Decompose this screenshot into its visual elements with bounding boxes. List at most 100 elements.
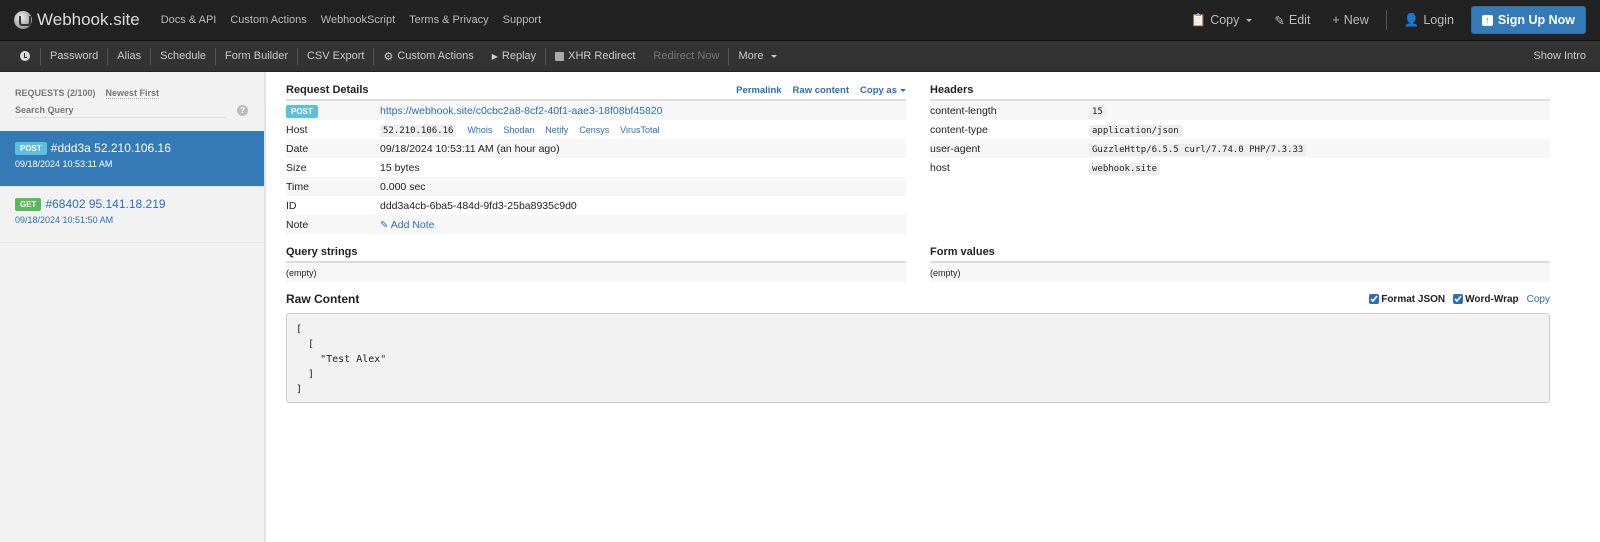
copy-raw-link[interactable]: Copy <box>1527 294 1550 305</box>
search-query-input[interactable] <box>15 103 226 118</box>
alias-button[interactable]: Alias <box>108 50 150 62</box>
note-label: Note <box>286 215 380 234</box>
gear-icon: ⚙ <box>383 50 394 63</box>
whois-link[interactable]: Whois <box>467 125 492 135</box>
copy-as-dropdown[interactable]: Copy as <box>860 85 906 96</box>
form-values-value: (empty) <box>930 263 1550 282</box>
request-time: 09/18/2024 10:53:11 AM <box>15 159 113 169</box>
sign-up-label: Sign Up Now <box>1497 13 1575 27</box>
caret-down-icon <box>900 88 906 92</box>
action-toolbar: Password Alias Schedule Form Builder CSV… <box>0 41 1600 72</box>
plus-icon: + <box>1332 13 1340 27</box>
id-value: ddd3a4cb-6ba5-484d-9fd3-25ba8935c9d0 <box>380 199 577 212</box>
add-note-label: Add Note <box>390 218 435 231</box>
headers-table: content-length 15 content-type applicati… <box>930 101 1550 177</box>
edit-button[interactable]: ✎ Edit <box>1274 13 1310 28</box>
custom-actions-label: Custom Actions <box>397 50 474 62</box>
raw-content-body: [ [ "Test Alex" ] ] <box>286 313 1550 403</box>
form-values-title: Form values <box>930 246 995 258</box>
header-value: webhook.site <box>1089 162 1161 175</box>
brand[interactable]: Webhook.site <box>14 10 140 30</box>
caret-down-icon <box>1246 18 1253 22</box>
pencil-icon: ✎ <box>380 219 389 231</box>
word-wrap-toggle[interactable]: Word-Wrap <box>1453 294 1519 305</box>
password-button[interactable]: Password <box>41 50 107 62</box>
raw-content-section: Raw Content Format JSON Word-Wrap Copy [… <box>286 292 1550 403</box>
request-list-item[interactable]: GET #68402 95.141.18.219 09/18/2024 10:5… <box>0 187 264 243</box>
xhr-redirect-label: XHR Redirect <box>568 50 636 62</box>
header-key: host <box>930 161 950 174</box>
raw-content-link[interactable]: Raw content <box>793 85 849 96</box>
header-row: content-length 15 <box>930 101 1550 120</box>
new-button[interactable]: + New <box>1332 13 1368 27</box>
header-row: content-type application/json <box>930 120 1550 139</box>
headers-section: Headers content-length 15 content-type a… <box>930 84 1550 282</box>
host-label: Host <box>286 123 308 136</box>
external-link-icon <box>555 51 565 61</box>
word-wrap-checkbox[interactable] <box>1453 294 1464 304</box>
brand-name: Webhook.site <box>37 10 140 29</box>
copy-label: Copy <box>1210 13 1240 27</box>
method-badge: GET <box>15 197 42 211</box>
redirect-now-button[interactable]: Redirect Now <box>644 50 728 62</box>
clock-icon[interactable] <box>20 51 30 61</box>
replay-label: Replay <box>501 50 537 62</box>
more-dropdown[interactable]: More <box>729 50 785 62</box>
add-note-link[interactable]: ✎ Add Note <box>380 219 435 231</box>
sign-up-button[interactable]: ↑ Sign Up Now <box>1470 6 1586 34</box>
login-label: Login <box>1423 13 1454 27</box>
sort-order-toggle[interactable]: Newest First <box>105 88 160 99</box>
form-builder-button[interactable]: Form Builder <box>216 50 297 62</box>
copy-dropdown[interactable]: 📋 Copy <box>1191 13 1253 28</box>
header-value: GuzzleHttp/6.5.5 curl/7.74.0 PHP/7.3.33 <box>1089 143 1307 156</box>
netify-link[interactable]: Netify <box>545 125 568 135</box>
nav-custom-actions[interactable]: Custom Actions <box>230 14 306 26</box>
requests-count: REQUESTS (2/100) <box>15 88 96 98</box>
show-intro-link[interactable]: Show Intro <box>1533 50 1586 62</box>
request-list-item[interactable]: POST #ddd3a 52.210.106.16 09/18/2024 10:… <box>0 131 264 187</box>
header-row: user-agent GuzzleHttp/6.5.5 curl/7.74.0 … <box>930 139 1550 158</box>
edit-label: Edit <box>1288 13 1311 27</box>
help-icon[interactable]: ? <box>237 105 248 116</box>
nav-divider <box>1385 10 1387 30</box>
nav-support[interactable]: Support <box>503 14 542 26</box>
size-label: Size <box>286 161 307 174</box>
date-value: 09/18/2024 10:53:11 AM (an hour ago) <box>380 139 906 158</box>
user-icon: 👤 <box>1403 12 1420 27</box>
time-label: Time <box>286 177 380 196</box>
censys-link[interactable]: Censys <box>579 125 609 135</box>
format-json-checkbox[interactable] <box>1369 294 1380 304</box>
webhook-logo-icon <box>14 11 32 29</box>
custom-actions-button[interactable]: ⚙ Custom Actions <box>374 50 482 63</box>
new-label: New <box>1343 13 1369 27</box>
header-value: 15 <box>1089 105 1106 118</box>
xhr-redirect-button[interactable]: XHR Redirect <box>546 50 644 62</box>
requests-sidebar: REQUESTS (2/100) Newest First ? POST #dd… <box>0 72 266 542</box>
play-icon: ▶ <box>491 51 498 61</box>
virustotal-link[interactable]: VirusTotal <box>620 125 659 135</box>
header-key: user-agent <box>930 139 1089 158</box>
login-button[interactable]: 👤 Login <box>1404 13 1454 28</box>
id-label: ID <box>286 199 297 212</box>
word-wrap-label: Word-Wrap <box>1465 293 1519 305</box>
request-main: Request Details Permalink Raw content Co… <box>266 72 1600 542</box>
permalink-link[interactable]: Permalink <box>736 85 781 96</box>
upload-icon: ↑ <box>1481 14 1493 26</box>
format-json-toggle[interactable]: Format JSON <box>1369 294 1445 305</box>
request-url-link[interactable]: https://webhook.site/c0cbc2a8-8cf2-40f1-… <box>380 105 663 117</box>
method-badge: POST <box>15 141 47 155</box>
request-time: 09/18/2024 10:51:50 AM <box>15 215 114 225</box>
replay-button[interactable]: ▶ Replay <box>483 50 545 62</box>
csv-export-button[interactable]: CSV Export <box>298 50 373 62</box>
date-label: Date <box>286 139 380 158</box>
raw-content-title: Raw Content <box>286 292 360 306</box>
nav-docs-api[interactable]: Docs & API <box>161 14 217 26</box>
nav-terms-privacy[interactable]: Terms & Privacy <box>409 14 488 26</box>
shodan-link[interactable]: Shodan <box>503 125 534 135</box>
nav-webhookscript[interactable]: WebhookScript <box>321 14 395 26</box>
size-value: 15 bytes <box>380 161 420 174</box>
header-value: application/json <box>1089 124 1182 137</box>
schedule-button[interactable]: Schedule <box>151 50 215 62</box>
format-json-label: Format JSON <box>1381 293 1446 305</box>
top-navbar: Webhook.site Docs & API Custom Actions W… <box>0 0 1600 41</box>
